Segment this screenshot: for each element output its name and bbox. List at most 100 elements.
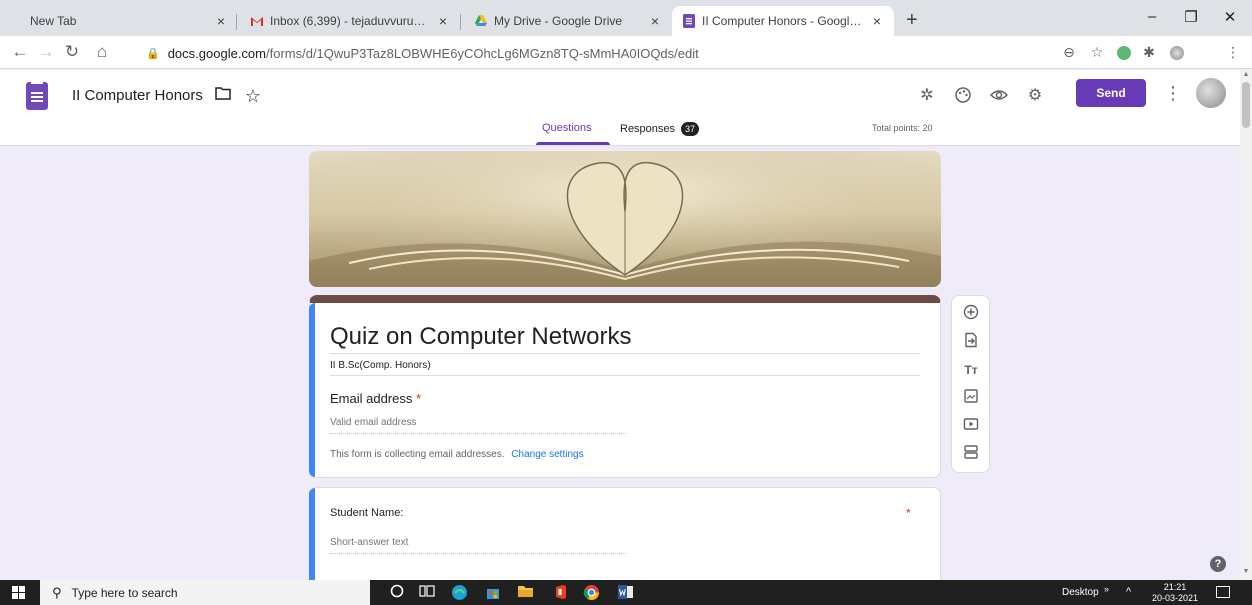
- browser-menu-icon[interactable]: ⋮: [1224, 44, 1242, 61]
- file-explorer-icon[interactable]: [516, 584, 534, 601]
- email-field-underline: [330, 433, 626, 434]
- forms-header: II Computer Honors ☆ ✲ ⚙ Send ⋮ Question…: [0, 70, 1240, 146]
- tab-separator: [236, 14, 237, 30]
- tab-separator: [460, 14, 461, 30]
- form-title[interactable]: Quiz on Computer Networks: [330, 323, 631, 351]
- tab-questions[interactable]: Questions: [542, 122, 592, 134]
- forward-icon[interactable]: →: [36, 42, 56, 62]
- clock-time: 21:21: [1163, 582, 1187, 592]
- windows-start-icon[interactable]: [12, 586, 26, 599]
- extension-icon[interactable]: [1117, 46, 1131, 60]
- tab-close-icon[interactable]: ×: [870, 13, 884, 29]
- task-view-icon[interactable]: [418, 584, 436, 601]
- store-icon[interactable]: [484, 584, 502, 601]
- more-options-icon[interactable]: ⋮: [1164, 83, 1182, 104]
- browser-tab-gmail[interactable]: Inbox (6,399) - tejaduvvuru1994 ×: [240, 6, 460, 36]
- add-section-icon[interactable]: [961, 444, 981, 464]
- email-field-label: Email address *: [330, 391, 421, 406]
- tab-close-icon[interactable]: ×: [214, 13, 228, 29]
- change-settings-link[interactable]: Change settings: [511, 449, 583, 460]
- tab-title: My Drive - Google Drive: [494, 14, 623, 28]
- send-button[interactable]: Send: [1076, 79, 1146, 107]
- required-asterisk: *: [906, 506, 911, 520]
- browser-tab-strip: New Tab × Inbox (6,399) - tejaduvvuru199…: [0, 0, 1252, 36]
- floating-question-toolbar: Tт: [951, 295, 990, 473]
- show-hidden-icons-chevron-up-icon[interactable]: ^: [1126, 586, 1131, 598]
- tab-title: New Tab: [30, 14, 77, 28]
- windows-taskbar: ⚲ Type here to search Desktop » ^ 21:21 …: [0, 580, 1252, 605]
- browser-tab-google-drive[interactable]: My Drive - Google Drive ×: [464, 6, 672, 36]
- address-bar[interactable]: 🔒 docs.google.com /forms/d/1QwuP3Taz8LOB…: [146, 42, 699, 64]
- tab-close-icon[interactable]: ×: [648, 13, 662, 29]
- question-card-student-name[interactable]: Student Name: * Short-answer text: [309, 487, 941, 587]
- add-image-icon[interactable]: [961, 388, 981, 408]
- profile-avatar-icon[interactable]: [1170, 46, 1184, 60]
- add-title-icon[interactable]: Tт: [961, 360, 981, 380]
- taskbar-clock[interactable]: 21:21 20-03-2021: [1152, 582, 1198, 604]
- browser-tab-google-forms[interactable]: II Computer Honors - Google For ×: [672, 6, 894, 36]
- form-title-card[interactable]: Quiz on Computer Networks II B.Sc(Comp. …: [309, 295, 941, 478]
- import-questions-icon[interactable]: [961, 332, 981, 352]
- tab-responses[interactable]: Responses 37: [620, 122, 700, 136]
- browser-toolbar: ← → ↻ ⌂ 🔒 docs.google.com /forms/d/1QwuP…: [0, 36, 1252, 69]
- taskbar-search-input[interactable]: ⚲ Type here to search: [40, 580, 370, 605]
- tab-title: II Computer Honors - Google For: [702, 14, 864, 28]
- search-placeholder: Type here to search: [71, 585, 178, 600]
- close-window-icon[interactable]: ✕: [1220, 8, 1240, 26]
- tab-title: Inbox (6,399) - tejaduvvuru1994: [270, 14, 430, 28]
- gmail-icon: [250, 14, 264, 28]
- short-answer-field: Short-answer text: [330, 537, 409, 548]
- total-points: Total points: 20: [872, 123, 933, 133]
- tab-close-icon[interactable]: ×: [436, 13, 450, 29]
- star-icon[interactable]: ☆: [242, 86, 264, 106]
- title-divider: [330, 353, 920, 354]
- form-description[interactable]: II B.Sc(Comp. Honors): [330, 360, 431, 371]
- email-field: Valid email address: [330, 417, 417, 428]
- header-banner-image: [309, 151, 941, 287]
- scroll-up-arrow-icon[interactable]: ▲: [1242, 71, 1250, 78]
- page-scrollbar[interactable]: ▲ ▼: [1240, 70, 1252, 580]
- google-forms-icon: [682, 14, 696, 28]
- tab-responses-label: Responses: [620, 123, 676, 135]
- office-icon[interactable]: [552, 584, 570, 601]
- new-tab-button[interactable]: +: [906, 10, 918, 30]
- zoom-icon[interactable]: ⊖: [1060, 44, 1078, 61]
- browser-tab-new-tab[interactable]: New Tab ×: [20, 6, 238, 36]
- document-title[interactable]: II Computer Honors: [72, 87, 203, 104]
- home-icon[interactable]: ⌂: [92, 42, 112, 62]
- edge-browser-icon[interactable]: [450, 584, 468, 601]
- addons-puzzle-icon[interactable]: ✲: [916, 86, 938, 106]
- minimize-window-icon[interactable]: –: [1142, 8, 1162, 25]
- required-asterisk: *: [416, 391, 422, 406]
- chrome-icon[interactable]: [582, 584, 600, 601]
- add-video-icon[interactable]: [961, 416, 981, 436]
- action-center-icon[interactable]: [1216, 586, 1230, 598]
- collection-note-text: This form is collecting email addresses.: [330, 449, 505, 460]
- maximize-window-icon[interactable]: ❐: [1181, 8, 1201, 26]
- back-icon[interactable]: ←: [10, 42, 30, 62]
- responses-count-badge: 37: [681, 122, 700, 136]
- cortana-icon[interactable]: [388, 584, 406, 601]
- question-title[interactable]: Student Name:: [330, 507, 403, 519]
- active-card-indicator: [309, 303, 315, 477]
- scroll-down-arrow-icon[interactable]: ▼: [1242, 568, 1250, 575]
- desktop-toolbar-label[interactable]: Desktop: [1062, 587, 1099, 598]
- preview-eye-icon[interactable]: [988, 86, 1010, 110]
- google-forms-logo-icon[interactable]: [26, 82, 48, 110]
- settings-gear-icon[interactable]: ⚙: [1024, 86, 1046, 106]
- toolbar-expand-icon[interactable]: »: [1104, 584, 1109, 594]
- customize-theme-palette-icon[interactable]: [952, 86, 974, 110]
- word-icon[interactable]: [616, 584, 634, 601]
- google-drive-icon: [474, 14, 488, 28]
- help-icon[interactable]: ?: [1210, 556, 1226, 572]
- extensions-puzzle-icon[interactable]: ✱: [1140, 44, 1158, 61]
- reload-icon[interactable]: ↻: [62, 42, 82, 62]
- move-to-folder-icon[interactable]: [212, 86, 234, 106]
- scrollbar-thumb[interactable]: [1242, 82, 1250, 128]
- bookmark-star-icon[interactable]: ☆: [1088, 44, 1106, 61]
- email-collection-note: This form is collecting email addresses.…: [330, 449, 584, 460]
- description-divider: [330, 375, 920, 376]
- add-question-icon[interactable]: [961, 304, 981, 324]
- avatar[interactable]: [1196, 78, 1226, 108]
- search-icon: ⚲: [52, 584, 62, 600]
